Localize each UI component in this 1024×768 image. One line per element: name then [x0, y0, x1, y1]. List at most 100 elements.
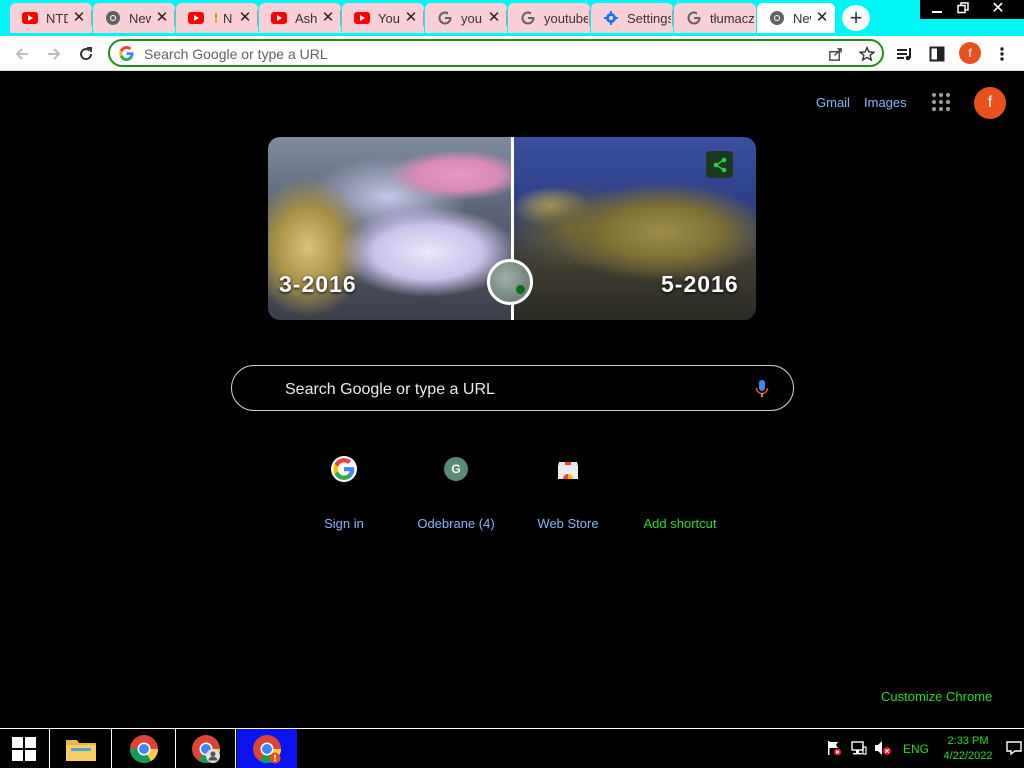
- taskbar-chrome[interactable]: [113, 729, 174, 768]
- google-apps-icon[interactable]: [932, 93, 950, 111]
- browser-tab[interactable]: tłumacz: [674, 3, 756, 33]
- tab-separator: [174, 10, 175, 26]
- language-indicator[interactable]: ENG: [903, 742, 929, 756]
- shortcut-tile[interactable]: Web Store: [512, 450, 624, 540]
- chrome-alert-icon: [253, 734, 281, 763]
- taskbar-clock[interactable]: 2:33 PM 4/22/2022: [938, 734, 998, 764]
- shortcut-tile[interactable]: Sign in: [288, 450, 400, 540]
- volume-muted-icon[interactable]: [874, 740, 892, 759]
- start-button[interactable]: [0, 729, 48, 768]
- web-store-icon: [551, 452, 585, 486]
- profile-avatar[interactable]: f: [959, 42, 981, 64]
- ntp-search-input[interactable]: [283, 379, 727, 401]
- doodle-right-date: 5-2016: [661, 271, 739, 297]
- browser-tab[interactable]: N ✕: [176, 3, 258, 33]
- folder-icon: [65, 739, 96, 761]
- bookmark-star-icon[interactable]: [858, 45, 876, 63]
- address-input[interactable]: [142, 44, 706, 64]
- doodle-share-button[interactable]: [706, 151, 733, 178]
- close-tab-icon[interactable]: ✕: [815, 10, 829, 25]
- tab-title: New: [129, 10, 151, 26]
- youtube-icon: [354, 10, 370, 26]
- tab-title: New: [793, 10, 811, 26]
- tab-title: Ash: [295, 10, 317, 26]
- google-doodle[interactable]: 3-2016 5-2016: [268, 137, 756, 320]
- browser-tab[interactable]: NTD ✕: [10, 3, 92, 33]
- new-tab-button[interactable]: +: [842, 5, 870, 31]
- tab-separator: [257, 10, 258, 26]
- tab-separator: [340, 10, 341, 26]
- tab-separator: [672, 10, 673, 26]
- browser-tab[interactable]: New ✕: [93, 3, 175, 33]
- tab-title: Settings: [627, 10, 671, 26]
- action-center-flag-icon[interactable]: [826, 740, 842, 759]
- close-tab-icon[interactable]: ✕: [72, 10, 86, 25]
- taskbar-chrome-profile[interactable]: [175, 729, 236, 768]
- gmail-link[interactable]: Gmail: [816, 95, 850, 110]
- browser-tab[interactable]: Settings: [591, 3, 673, 33]
- reload-icon: [80, 47, 93, 61]
- globe-slider-handle-icon[interactable]: [487, 259, 533, 305]
- tab-title: youtube: [544, 10, 588, 26]
- shortcut-label: Web Store: [537, 516, 599, 531]
- google-g-icon: [119, 46, 134, 66]
- browser-tab[interactable]: You ✕: [342, 3, 424, 33]
- add-icon: [663, 452, 697, 486]
- browser-tab[interactable]: youtube: [508, 3, 590, 33]
- browser-tab[interactable]: you ✕: [425, 3, 507, 33]
- close-window-button[interactable]: ✕: [972, 0, 1024, 19]
- close-tab-icon[interactable]: ✕: [155, 10, 169, 25]
- tab-separator: [91, 10, 92, 26]
- doodle-left-date: 3-2016: [279, 271, 357, 297]
- tab-title: tłumacz: [710, 10, 754, 26]
- google-g-icon: [327, 452, 361, 486]
- browser-tab[interactable]: Ash ✕: [259, 3, 341, 33]
- address-bar[interactable]: [108, 39, 884, 67]
- back-button[interactable]: [10, 42, 34, 66]
- more-menu-icon[interactable]: [992, 44, 1012, 64]
- network-icon[interactable]: [851, 740, 867, 759]
- minimize-icon: [932, 11, 942, 13]
- close-tab-icon[interactable]: ✕: [238, 10, 252, 25]
- forward-button[interactable]: [42, 42, 66, 66]
- warning-icon: [212, 10, 220, 26]
- tab-separator: [589, 10, 590, 26]
- chrome-icon: [105, 10, 121, 26]
- customize-chrome-button[interactable]: Customize Chrome: [881, 689, 992, 704]
- notifications-icon[interactable]: [1006, 740, 1022, 759]
- ntp-search-box[interactable]: [231, 365, 794, 411]
- letter-g-icon: G: [439, 452, 473, 486]
- share-icon[interactable]: [826, 45, 844, 63]
- taskbar-chrome-active[interactable]: [237, 729, 297, 768]
- chrome-icon: [769, 10, 785, 26]
- youtube-icon: [271, 10, 287, 26]
- tab-title: N: [223, 10, 233, 26]
- clock-time: 2:33 PM: [947, 735, 989, 747]
- shortcut-tile[interactable]: G Odebrane (4): [400, 450, 512, 540]
- images-link[interactable]: Images: [864, 95, 907, 110]
- media-control-icon[interactable]: [895, 44, 915, 64]
- shortcut-label: Odebrane (4): [417, 516, 495, 531]
- close-tab-icon[interactable]: ✕: [321, 10, 335, 25]
- tab-separator: [423, 10, 424, 26]
- youtube-icon: [22, 10, 38, 26]
- close-tab-icon[interactable]: ✕: [487, 10, 501, 25]
- side-panel-icon[interactable]: [927, 44, 947, 64]
- taskbar-file-explorer[interactable]: [49, 729, 112, 768]
- close-tab-icon[interactable]: ✕: [404, 10, 418, 25]
- account-avatar[interactable]: f: [974, 87, 1006, 119]
- shortcut-label: Add shortcut: [643, 516, 717, 531]
- browser-tab-active[interactable]: New ✕: [757, 3, 835, 33]
- restore-icon: [957, 2, 969, 14]
- shortcut-label: Sign in: [324, 516, 364, 531]
- reload-button[interactable]: [74, 42, 98, 66]
- windows-taskbar: ENG 2:33 PM 4/22/2022: [0, 728, 1024, 768]
- google-icon: [686, 10, 702, 26]
- voice-search-icon[interactable]: [755, 379, 769, 404]
- add-shortcut-tile[interactable]: Add shortcut: [624, 450, 736, 540]
- tab-title: you: [461, 10, 482, 26]
- youtube-icon: [188, 10, 204, 26]
- tab-title: NTD: [46, 10, 68, 26]
- back-arrow-icon: [15, 48, 28, 60]
- forward-arrow-icon: [48, 48, 61, 60]
